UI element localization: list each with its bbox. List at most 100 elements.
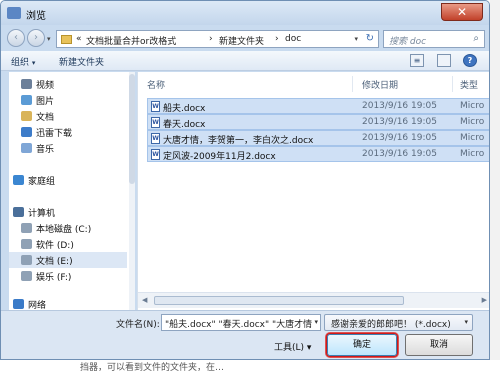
breadcrumb-separator[interactable]: › [209, 34, 213, 44]
sidebar-item-label: 图片 [36, 97, 55, 107]
column-divider[interactable] [352, 76, 353, 92]
chevron-down-icon: ▾ [31, 59, 36, 67]
drive-icon [21, 255, 32, 265]
sidebar-item[interactable]: 本地磁盘 (C:) [9, 220, 127, 236]
file-row[interactable]: W 大唐才情，李贺第一，李白次之.docx 2013/9/16 19:05 Micro [147, 130, 489, 146]
chevron-down-icon: ▾ [306, 343, 312, 353]
sidebar-item[interactable]: 文档 [9, 108, 127, 124]
scroll-left-icon[interactable]: ◀ [142, 296, 147, 304]
sidebar-item[interactable]: 计算机 [9, 204, 127, 220]
file-type-filter[interactable]: 感谢亲爱的郎郎吧！ (*.docx) ▾ [324, 314, 473, 331]
sidebar-scrollbar[interactable] [129, 72, 135, 310]
window-icon [7, 7, 21, 19]
help-icon[interactable]: ? [463, 54, 477, 67]
refresh-icon[interactable]: ↻ [366, 33, 374, 44]
word-document-icon: W [151, 117, 160, 128]
sidebar-item[interactable]: 视频 [9, 76, 127, 92]
sidebar-item-label: 娱乐 (F:) [36, 273, 72, 283]
title-bar[interactable]: 浏览 ✕ [1, 1, 489, 25]
dialog-footer: 文件名(N): "船夫.docx" "春天.docx" "大唐才情 ▾ 感谢亲爱… [1, 310, 489, 359]
breadcrumb-separator[interactable]: › [275, 34, 279, 44]
download-icon [21, 127, 32, 137]
sidebar-item[interactable]: 音乐 [9, 140, 127, 156]
close-button[interactable]: ✕ [441, 3, 483, 21]
drive-icon [21, 271, 32, 281]
column-header-modified[interactable]: 修改日期 [362, 78, 398, 91]
sidebar-item-label: 本地磁盘 (C:) [36, 225, 92, 235]
filename-input[interactable]: "船夫.docx" "春天.docx" "大唐才情 ▾ [161, 314, 321, 331]
sidebar-scroll-thumb[interactable] [129, 74, 135, 184]
file-name: 定风波-2009年11月2.docx [163, 152, 276, 162]
file-name: 船夫.docx [163, 104, 206, 114]
sidebar-item[interactable]: 图片 [9, 92, 127, 108]
tools-label: 工具(L) [274, 343, 305, 353]
file-row[interactable]: W 船夫.docx 2013/9/16 19:05 Micro [147, 98, 489, 114]
background-document-edge [490, 0, 500, 371]
music-icon [21, 143, 32, 153]
ok-button[interactable]: 确定 [327, 334, 397, 356]
file-row[interactable]: W 定风波-2009年11月2.docx 2013/9/16 19:05 Micro [147, 146, 489, 162]
sidebar-item-label: 文档 (E:) [36, 257, 73, 267]
column-header-name[interactable]: 名称 [147, 78, 165, 91]
computer-icon [13, 207, 24, 217]
drive-icon [21, 223, 32, 233]
sidebar-item-label: 计算机 [28, 209, 56, 219]
sidebar-item[interactable]: 文档 (E:) [9, 252, 127, 268]
documents-icon [21, 111, 32, 121]
filter-value: 感谢亲爱的郎郎吧！ (*.docx) [331, 320, 451, 330]
search-input[interactable]: 搜索 doc [389, 34, 426, 47]
folder-icon [61, 35, 72, 44]
horizontal-scroll-thumb[interactable] [154, 296, 404, 305]
sidebar-item[interactable]: 软件 (D:) [9, 236, 127, 252]
sidebar-item-label: 软件 (D:) [36, 241, 74, 251]
sidebar-item[interactable]: 家庭组 [9, 172, 127, 188]
file-type: Micro [460, 101, 485, 111]
file-type: Micro [460, 133, 485, 143]
sidebar-item-label: 音乐 [36, 145, 55, 155]
address-bar[interactable]: « 文档批量合并or改格式 › 新建文件夹 › doc ▾ ↻ [56, 30, 379, 48]
network-icon [13, 299, 24, 309]
column-divider[interactable] [452, 76, 453, 92]
file-modified: 2013/9/16 19:05 [362, 133, 437, 143]
filename-value: "船夫.docx" "春天.docx" "大唐才情 [165, 320, 313, 330]
word-document-icon: W [151, 101, 160, 112]
chevron-down-icon: ▾ [464, 318, 468, 326]
sidebar-item-label: 视频 [36, 81, 55, 91]
organize-button[interactable]: 组织 ▾ [11, 55, 35, 68]
filename-label: 文件名(N): [116, 320, 160, 330]
file-name: 大唐才情，李贺第一，李白次之.docx [163, 136, 314, 146]
file-modified: 2013/9/16 19:05 [362, 101, 437, 111]
address-dropdown[interactable]: ▾ [354, 35, 358, 43]
scroll-right-icon[interactable]: ▶ [482, 296, 487, 304]
sidebar-item[interactable]: 娱乐 (F:) [9, 268, 127, 284]
sidebar-item[interactable]: 迅雷下载 [9, 124, 127, 140]
file-row[interactable]: W 春天.docx 2013/9/16 19:05 Micro [147, 114, 489, 130]
history-dropdown[interactable]: ▾ [47, 35, 51, 43]
forward-button[interactable]: › [27, 29, 45, 47]
new-folder-button[interactable]: 新建文件夹 [59, 55, 104, 68]
horizontal-scrollbar[interactable]: ◀ ▶ [138, 292, 489, 308]
window-title: 浏览 [26, 11, 46, 22]
pictures-icon [21, 95, 32, 105]
file-type: Micro [460, 149, 485, 159]
breadcrumb-item[interactable]: doc [285, 34, 301, 44]
column-header-type[interactable]: 类型 [460, 78, 478, 91]
back-button[interactable]: ‹ [7, 29, 25, 47]
organize-label: 组织 [11, 58, 30, 68]
view-options-icon[interactable]: ≡ [410, 54, 424, 67]
breadcrumb-overflow[interactable]: « [76, 34, 82, 44]
homegroup-icon [13, 175, 24, 185]
search-box[interactable]: 搜索 doc ⌕ [383, 30, 485, 48]
cancel-button[interactable]: 取消 [405, 334, 473, 356]
breadcrumb-item[interactable]: 新建文件夹 [219, 34, 264, 47]
video-icon [21, 79, 32, 89]
background-document-text: 挡器，可以看到文件的文件夹，在… [80, 363, 225, 371]
search-icon: ⌕ [473, 33, 479, 44]
preview-pane-icon[interactable] [437, 54, 451, 67]
file-name: 春天.docx [163, 120, 206, 130]
file-modified: 2013/9/16 19:05 [362, 149, 437, 159]
chevron-down-icon[interactable]: ▾ [314, 318, 318, 326]
breadcrumb-item[interactable]: 文档批量合并or改格式 [86, 34, 176, 47]
tools-menu[interactable]: 工具(L) ▾ [274, 340, 311, 353]
word-document-icon: W [151, 133, 160, 144]
